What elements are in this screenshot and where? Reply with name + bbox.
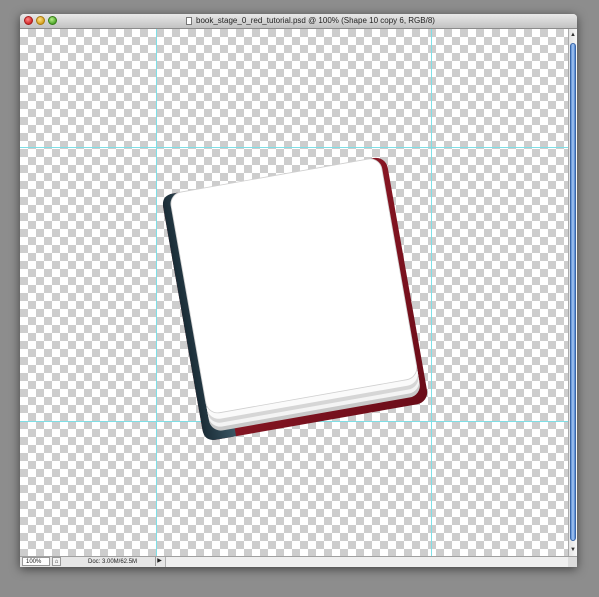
zoom-icon[interactable] xyxy=(48,16,57,25)
scroll-up-arrow[interactable]: ▲ xyxy=(569,30,577,40)
document-size-info: Doc: 3.00M/62.5M xyxy=(88,559,138,565)
document-window: book_stage_0_red_tutorial.psd @ 100% (Sh… xyxy=(20,14,577,567)
status-info-icon[interactable]: ⌂ xyxy=(52,557,61,566)
zoom-level-field[interactable]: 100% xyxy=(22,557,50,566)
title-bar[interactable]: book_stage_0_red_tutorial.psd @ 100% (Sh… xyxy=(20,14,577,29)
minimize-icon[interactable] xyxy=(36,16,45,25)
book-page xyxy=(170,158,418,414)
status-menu-arrow[interactable]: ▶ xyxy=(155,557,163,566)
status-bar: 100% ⌂ Doc: 3.00M/62.5M ▶ xyxy=(20,556,577,567)
scroll-thumb[interactable] xyxy=(570,43,576,541)
document-icon xyxy=(186,17,192,25)
scroll-down-arrow[interactable]: ▼ xyxy=(569,545,577,555)
book-illustration[interactable] xyxy=(20,29,568,556)
vertical-scrollbar[interactable]: ▲ ▼ xyxy=(568,29,577,556)
canvas[interactable] xyxy=(20,29,568,556)
window-title: book_stage_0_red_tutorial.psd @ 100% (Sh… xyxy=(196,16,435,25)
resize-handle[interactable] xyxy=(568,557,577,567)
horizontal-scrollbar[interactable] xyxy=(165,557,569,567)
close-icon[interactable] xyxy=(24,16,33,25)
